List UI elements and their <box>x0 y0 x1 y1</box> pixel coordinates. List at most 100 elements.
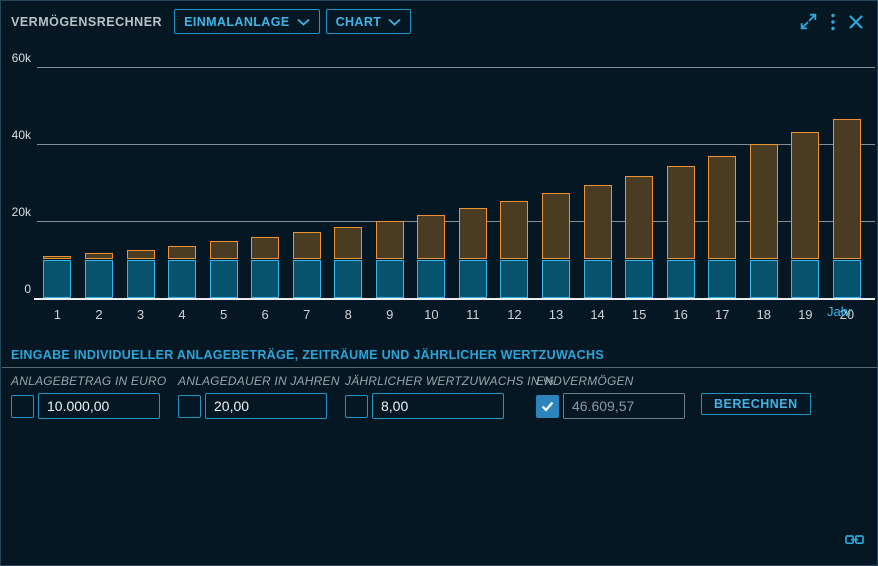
bar-segment-wertzuwachs[interactable] <box>791 132 819 260</box>
x-axis-label: 15 <box>619 307 659 322</box>
y-axis-label: 20k <box>1 205 31 219</box>
bar-segment-anlagebetrag[interactable] <box>833 260 861 299</box>
wertzuwachs-label: JÄHRLICHER WERTZUWACHS IN % <box>345 374 554 387</box>
header: VERMÖGENSRECHNER EINMALANLAGE CHART <box>1 1 877 42</box>
x-axis-label: 10 <box>411 307 451 322</box>
endvermoegen-label: ENDVERMÖGEN <box>536 374 685 387</box>
anlageart-dropdown-label: EINMALANLAGE <box>184 15 290 29</box>
bar-segment-anlagebetrag[interactable] <box>542 260 570 299</box>
bar-segment-wertzuwachs[interactable] <box>750 144 778 259</box>
bar-segment-anlagebetrag[interactable] <box>334 260 362 299</box>
bar-segment-wertzuwachs[interactable] <box>210 241 238 259</box>
bar-segment-anlagebetrag[interactable] <box>708 260 736 299</box>
anlagedauer-controls <box>178 393 340 419</box>
bar-segment-anlagebetrag[interactable] <box>210 260 238 299</box>
bar-segment-anlagebetrag[interactable] <box>667 260 695 299</box>
x-axis-label: 2 <box>79 307 119 322</box>
y-axis-label: 0 <box>1 282 31 296</box>
bar-segment-wertzuwachs[interactable] <box>251 237 279 260</box>
bar-segment-wertzuwachs[interactable] <box>584 185 612 260</box>
section-divider <box>2 367 878 368</box>
chevron-down-icon <box>297 15 310 29</box>
anlagebetrag-controls <box>11 393 166 419</box>
bar-segment-wertzuwachs[interactable] <box>625 176 653 260</box>
bar-segment-anlagebetrag[interactable] <box>43 260 71 299</box>
bar-segment-anlagebetrag[interactable] <box>584 260 612 299</box>
x-axis-label: 19 <box>785 307 825 322</box>
bar-segment-anlagebetrag[interactable] <box>293 260 321 299</box>
input-section: EINGABE INDIVIDUELLER ANLAGEBETRÄGE, ZEI… <box>1 341 878 431</box>
bar-segment-anlagebetrag[interactable] <box>750 260 778 299</box>
bar-segment-anlagebetrag[interactable] <box>376 260 404 299</box>
endvermoegen-input <box>563 393 685 419</box>
anlagedauer-label: ANLAGEDAUER IN JAHREN <box>178 374 340 387</box>
bar-segment-wertzuwachs[interactable] <box>833 119 861 260</box>
kebab-menu-icon[interactable] <box>830 12 836 32</box>
bar-segment-anlagebetrag[interactable] <box>459 260 487 299</box>
bar-segment-wertzuwachs[interactable] <box>293 232 321 259</box>
ansicht-dropdown-label: CHART <box>336 15 382 29</box>
anlagebetrag-field-group: ANLAGEBETRAG IN EURO <box>11 374 166 419</box>
x-axis-label: 14 <box>578 307 618 322</box>
anlagedauer-input[interactable] <box>205 393 327 419</box>
ansicht-dropdown[interactable]: CHART <box>326 9 412 34</box>
anlagedauer-checkbox[interactable] <box>178 395 201 418</box>
endvermoegen-controls <box>536 393 685 419</box>
bar-segment-anlagebetrag[interactable] <box>127 260 155 299</box>
x-axis-label: 18 <box>744 307 784 322</box>
x-axis-label: 1 <box>37 307 77 322</box>
anlagebetrag-label: ANLAGEBETRAG IN EURO <box>11 374 166 387</box>
bar-segment-anlagebetrag[interactable] <box>417 260 445 299</box>
gridline <box>37 67 875 68</box>
x-axis-label: 5 <box>204 307 244 322</box>
bar-segment-wertzuwachs[interactable] <box>667 166 695 259</box>
endvermoegen-field-group: ENDVERMÖGEN <box>536 374 685 419</box>
wertzuwachs-field-group: JÄHRLICHER WERTZUWACHS IN % <box>345 374 554 419</box>
anlagedauer-field-group: ANLAGEDAUER IN JAHREN <box>178 374 340 419</box>
endvermoegen-checkbox[interactable] <box>536 395 559 418</box>
y-axis-label: 60k <box>1 51 31 65</box>
wealth-chart: 020k40k60k123456789101112131415161718192… <box>1 42 878 332</box>
wertzuwachs-controls <box>345 393 554 419</box>
anlageart-dropdown[interactable]: EINMALANLAGE <box>174 9 320 34</box>
expand-icon[interactable] <box>798 11 819 32</box>
checkmark-icon <box>541 401 554 412</box>
bar-segment-anlagebetrag[interactable] <box>85 260 113 299</box>
bar-segment-anlagebetrag[interactable] <box>168 260 196 299</box>
wertzuwachs-input[interactable] <box>372 393 504 419</box>
close-icon[interactable] <box>847 13 865 31</box>
bar-segment-wertzuwachs[interactable] <box>500 201 528 259</box>
bar-segment-anlagebetrag[interactable] <box>625 260 653 299</box>
bar-segment-wertzuwachs[interactable] <box>168 246 196 260</box>
x-axis-label: 13 <box>536 307 576 322</box>
wertzuwachs-checkbox[interactable] <box>345 395 368 418</box>
anlagebetrag-input[interactable] <box>38 393 160 419</box>
chevron-down-icon <box>388 15 401 29</box>
bar-segment-wertzuwachs[interactable] <box>542 193 570 259</box>
bar-segment-wertzuwachs[interactable] <box>334 227 362 260</box>
section-heading: EINGABE INDIVIDUELLER ANLAGEBETRÄGE, ZEI… <box>11 348 604 362</box>
x-axis-label: 6 <box>245 307 285 322</box>
bar-segment-wertzuwachs[interactable] <box>127 250 155 260</box>
y-axis-label: 40k <box>1 128 31 142</box>
x-axis-label: 16 <box>661 307 701 322</box>
x-axis-label: 8 <box>328 307 368 322</box>
anlagebetrag-checkbox[interactable] <box>11 395 34 418</box>
bar-segment-wertzuwachs[interactable] <box>376 221 404 259</box>
berechnen-button[interactable]: BERECHNEN <box>701 393 811 415</box>
widget-title: VERMÖGENSRECHNER <box>11 15 162 29</box>
bar-segment-anlagebetrag[interactable] <box>500 260 528 299</box>
bar-segment-wertzuwachs[interactable] <box>459 208 487 259</box>
bar-segment-wertzuwachs[interactable] <box>708 156 736 260</box>
x-axis-label: 17 <box>702 307 742 322</box>
x-axis-label: 7 <box>287 307 327 322</box>
bar-segment-anlagebetrag[interactable] <box>251 260 279 299</box>
link-icon[interactable] <box>845 532 864 552</box>
bar-segment-wertzuwachs[interactable] <box>417 215 445 260</box>
x-axis-label: 11 <box>453 307 493 322</box>
bar-segment-anlagebetrag[interactable] <box>791 260 819 299</box>
x-axis-title: Jahr <box>827 304 852 319</box>
x-axis-label: 3 <box>121 307 161 322</box>
x-axis-label: 9 <box>370 307 410 322</box>
x-axis-label: 4 <box>162 307 202 322</box>
